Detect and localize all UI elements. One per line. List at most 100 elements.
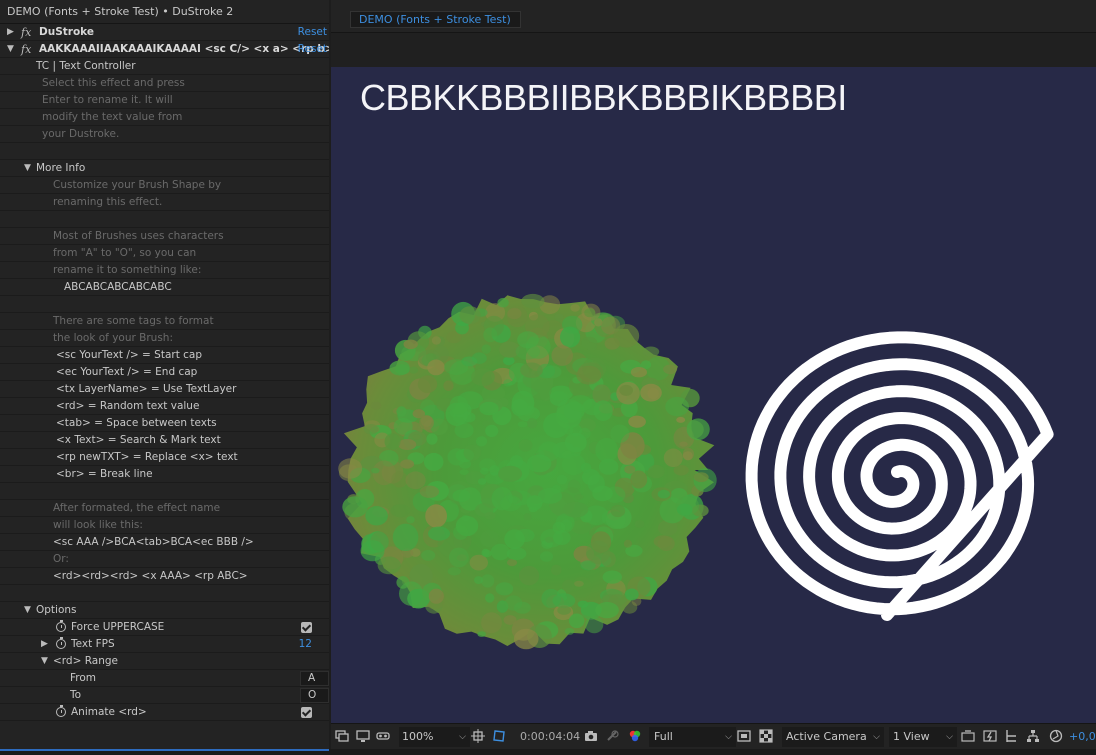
- help-text: Enter to rename it. It will: [42, 94, 173, 106]
- info-text: <rd><rd><rd> <x AAA> <rp ABC>: [53, 570, 248, 582]
- info-text: rename it to something like:: [53, 264, 202, 276]
- stopwatch-icon[interactable]: [56, 619, 66, 632]
- info-text: Most of Brushes uses characters: [53, 230, 224, 242]
- fast-previews-icon[interactable]: [983, 729, 997, 743]
- chevron-down-icon: ⌵: [725, 732, 732, 742]
- from-field[interactable]: A: [300, 671, 329, 686]
- from-row[interactable]: From A: [0, 670, 329, 687]
- more-info-line: <rd><rd><rd> <x AAA> <rp ABC>: [0, 568, 329, 585]
- more-info-line: Or:: [0, 551, 329, 568]
- stopwatch-icon[interactable]: [56, 704, 66, 717]
- collapse-triangle-icon[interactable]: ▼: [24, 160, 31, 177]
- collapse-triangle-icon[interactable]: ▼: [24, 602, 31, 619]
- color-channels-icon[interactable]: [628, 729, 642, 743]
- help-text: modify the text value from: [42, 111, 183, 123]
- expand-triangle-icon[interactable]: ▶: [41, 636, 48, 653]
- effect-row[interactable]: ▶ fx DuStroke Reset: [0, 24, 329, 41]
- toggle-pixel-aspect-icon[interactable]: [961, 729, 975, 743]
- info-text: <tx LayerName> = Use TextLayer: [56, 383, 237, 395]
- camera-dropdown[interactable]: Active Camera ⌵: [782, 727, 884, 747]
- more-info-line: <rp newTXT> = Replace <x> text: [0, 449, 329, 466]
- more-info-line: will look like this:: [0, 517, 329, 534]
- more-info-line: <sc AAA />BCA<tab>BCA<ec BBB />: [0, 534, 329, 551]
- to-field[interactable]: O: [300, 688, 329, 703]
- more-info-group[interactable]: ▼ More Info: [0, 160, 329, 177]
- grid-toggle-icon[interactable]: [471, 729, 485, 743]
- views-dropdown[interactable]: 1 View ⌵: [889, 727, 957, 747]
- composition-tab[interactable]: DEMO (Fonts + Stroke Test): [350, 11, 521, 28]
- panel-title: DEMO (Fonts + Stroke Test) • DuStroke 2: [0, 0, 329, 24]
- from-label: From: [70, 672, 97, 684]
- effect-row[interactable]: ▼ fx AAKKAAAIIAAKAAAIKAAAAI <sc C/> <x a> …: [0, 41, 329, 58]
- more-info-line: renaming this effect.: [0, 194, 329, 211]
- more-info-line: <x Text> = Search & Mark text: [0, 432, 329, 449]
- info-text: After formated, the effect name: [53, 502, 221, 514]
- fx-icon[interactable]: fx: [21, 41, 31, 58]
- animate-rd-checkbox[interactable]: [301, 707, 312, 718]
- info-text: <rp newTXT> = Replace <x> text: [56, 451, 238, 463]
- region-of-interest-icon[interactable]: [737, 729, 751, 743]
- info-text: <tab> = Space between texts: [56, 417, 217, 429]
- force-uppercase-checkbox[interactable]: [301, 622, 312, 633]
- info-text: <br> = Break line: [56, 468, 153, 480]
- force-uppercase-row[interactable]: Force UPPERCASE: [0, 619, 329, 636]
- text-controller-label: TC | Text Controller: [36, 60, 136, 72]
- always-preview-icon[interactable]: [335, 729, 349, 743]
- info-text: <sc AAA />BCA<tab>BCA<ec BBB />: [53, 536, 254, 548]
- collapse-triangle-icon[interactable]: ▼: [41, 653, 48, 670]
- text-fps-row[interactable]: ▶ Text FPS 12: [0, 636, 329, 653]
- bottom-divider: [0, 749, 1096, 755]
- info-text: Or:: [53, 553, 69, 565]
- text-fps-value[interactable]: 12: [299, 636, 312, 653]
- more-info-line: <br> = Break line: [0, 466, 329, 483]
- canvas-text-layer: CBBKKBBBIIBBKBBBIKBBBBI: [360, 77, 847, 118]
- reset-link[interactable]: Reset: [298, 41, 327, 58]
- white-spiral-stroke: [745, 331, 1054, 621]
- flowchart-icon[interactable]: [1026, 729, 1040, 743]
- chevron-down-icon: ⌵: [459, 732, 466, 742]
- row-separator: [0, 143, 329, 160]
- text-fps-label: Text FPS: [71, 638, 115, 650]
- effect-controls-panel: DEMO (Fonts + Stroke Test) • DuStroke 2 …: [0, 0, 329, 755]
- reset-link[interactable]: Reset: [298, 24, 327, 41]
- more-info-line: There are some tags to format: [0, 313, 329, 330]
- to-row[interactable]: To O: [0, 687, 329, 704]
- vr-glasses-icon[interactable]: [376, 729, 390, 743]
- fx-icon[interactable]: fx: [21, 24, 31, 41]
- more-info-line: [0, 211, 329, 228]
- help-text-row: your Dustroke.: [0, 126, 329, 143]
- options-label: Options: [36, 604, 77, 616]
- snapshot-camera-icon[interactable]: [584, 729, 598, 743]
- composition-viewer[interactable]: CBBKKBBBIIBBKBBBIKBBBBI: [331, 67, 1096, 723]
- exposure-value[interactable]: +0,0: [1069, 730, 1096, 743]
- more-info-line: After formated, the effect name: [0, 500, 329, 517]
- more-info-line: <tab> = Space between texts: [0, 415, 329, 432]
- reset-exposure-icon[interactable]: [1049, 729, 1063, 743]
- chevron-down-icon: ⌵: [946, 732, 953, 742]
- resolution-dropdown[interactable]: Full ⌵: [649, 727, 736, 747]
- timecode[interactable]: 0:00:04:04: [520, 730, 580, 743]
- collapse-triangle-icon[interactable]: ▼: [7, 41, 14, 58]
- composition-tab-bar: DEMO (Fonts + Stroke Test): [331, 0, 1096, 33]
- more-info-line: ABCABCABCABCABC: [0, 279, 329, 296]
- expand-triangle-icon[interactable]: ▶: [7, 24, 14, 41]
- more-info-line: [0, 483, 329, 500]
- help-text-row: modify the text value from: [0, 109, 329, 126]
- transparency-grid-icon[interactable]: [759, 729, 773, 743]
- rd-range-group[interactable]: ▼ <rd> Range: [0, 653, 329, 670]
- zoom-dropdown[interactable]: 100% ⌵: [399, 727, 470, 747]
- more-info-line: [0, 296, 329, 313]
- monitor-icon[interactable]: [356, 729, 370, 743]
- info-text: the look of your Brush:: [53, 332, 173, 344]
- timeline-icon[interactable]: [1004, 729, 1018, 743]
- mask-visibility-icon[interactable]: [492, 729, 506, 743]
- animate-rd-row[interactable]: Animate <rd>: [0, 704, 329, 721]
- info-text: Customize your Brush Shape by: [53, 179, 222, 191]
- views-value: 1 View: [893, 730, 930, 743]
- options-group[interactable]: ▼ Options: [0, 602, 329, 619]
- stopwatch-icon[interactable]: [56, 636, 66, 649]
- info-text: <ec YourText /> = End cap: [56, 366, 198, 378]
- resolution-value: Full: [654, 730, 673, 743]
- show-snapshot-icon[interactable]: [605, 729, 619, 743]
- help-text: Select this effect and press: [42, 77, 185, 89]
